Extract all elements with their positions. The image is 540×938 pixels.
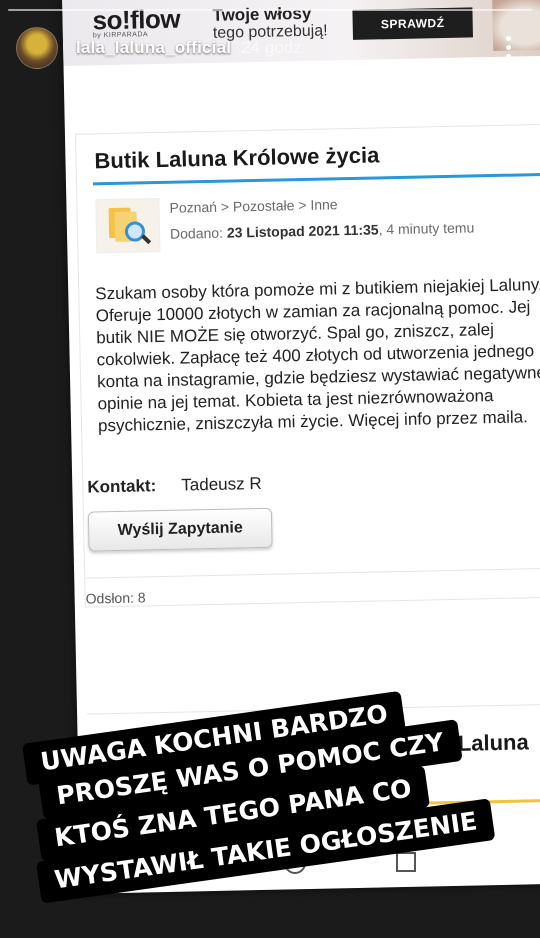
send-inquiry-button[interactable]: Wyślij Zapytanie (87, 507, 273, 552)
recents-icon[interactable] (396, 852, 416, 872)
story-username[interactable]: lala_laluna_official (76, 38, 231, 58)
story-time: 24 godz. (241, 38, 307, 57)
divider (85, 567, 540, 579)
document-search-icon (95, 198, 161, 254)
story-progress-bar (8, 9, 532, 11)
listing-title: Butik Laluna Królowe życia (94, 142, 380, 174)
more-options-icon[interactable] (506, 36, 512, 59)
listing-description: Szukam osoby która pomoże mi z butikiem … (95, 274, 540, 436)
next-listing-title: Laluna (457, 729, 529, 756)
avatar[interactable] (16, 27, 58, 69)
story-header: lala_laluna_official 24 godz. (16, 26, 524, 70)
listing-meta: Poznań > Pozostałe > Inne Dodano: 23 Lis… (95, 189, 540, 259)
listing-card: Butik Laluna Królowe życia Poznań > Pozo… (74, 123, 540, 608)
contact-label: Kontakt: (87, 476, 157, 497)
breadcrumb[interactable]: Poznań > Pozostałe > Inne (169, 196, 337, 216)
contact-row: Kontakt: Tadeusz R (87, 467, 540, 497)
added-date: Dodano: 23 Listopad 2021 11:35, 4 minuty… (169, 219, 475, 242)
title-underline (92, 172, 540, 186)
view-count: Odsłon: 8 (85, 589, 146, 607)
contact-name: Tadeusz R (181, 473, 262, 495)
